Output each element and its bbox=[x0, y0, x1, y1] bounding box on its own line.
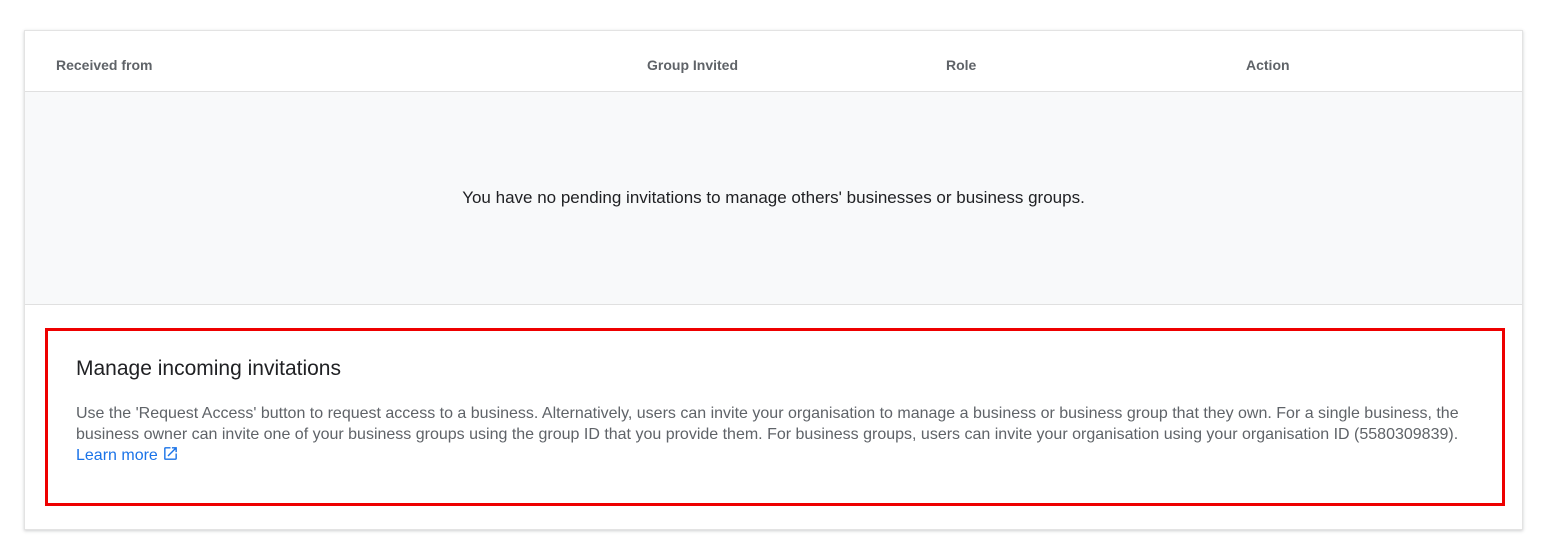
table-header: Received from Group Invited Role Action bbox=[25, 31, 1522, 92]
open-in-new-icon bbox=[163, 447, 177, 460]
empty-table-state: You have no pending invitations to manag… bbox=[25, 92, 1522, 305]
column-header-received-from: Received from bbox=[56, 57, 153, 73]
description-text: Use the 'Request Access' button to reque… bbox=[76, 405, 1459, 443]
learn-more-link[interactable]: Learn more bbox=[76, 447, 179, 464]
column-header-group-invited: Group Invited bbox=[647, 57, 738, 73]
column-header-role: Role bbox=[946, 57, 977, 73]
manage-invitations-section: Manage incoming invitations Use the 'Req… bbox=[45, 328, 1505, 506]
learn-more-label: Learn more bbox=[76, 447, 158, 464]
column-header-action: Action bbox=[1246, 57, 1290, 73]
section-description: Use the 'Request Access' button to reque… bbox=[76, 403, 1474, 466]
section-title: Manage incoming invitations bbox=[76, 357, 341, 380]
empty-state-message: You have no pending invitations to manag… bbox=[462, 188, 1085, 207]
invitations-card: Received from Group Invited Role Action … bbox=[24, 30, 1523, 530]
